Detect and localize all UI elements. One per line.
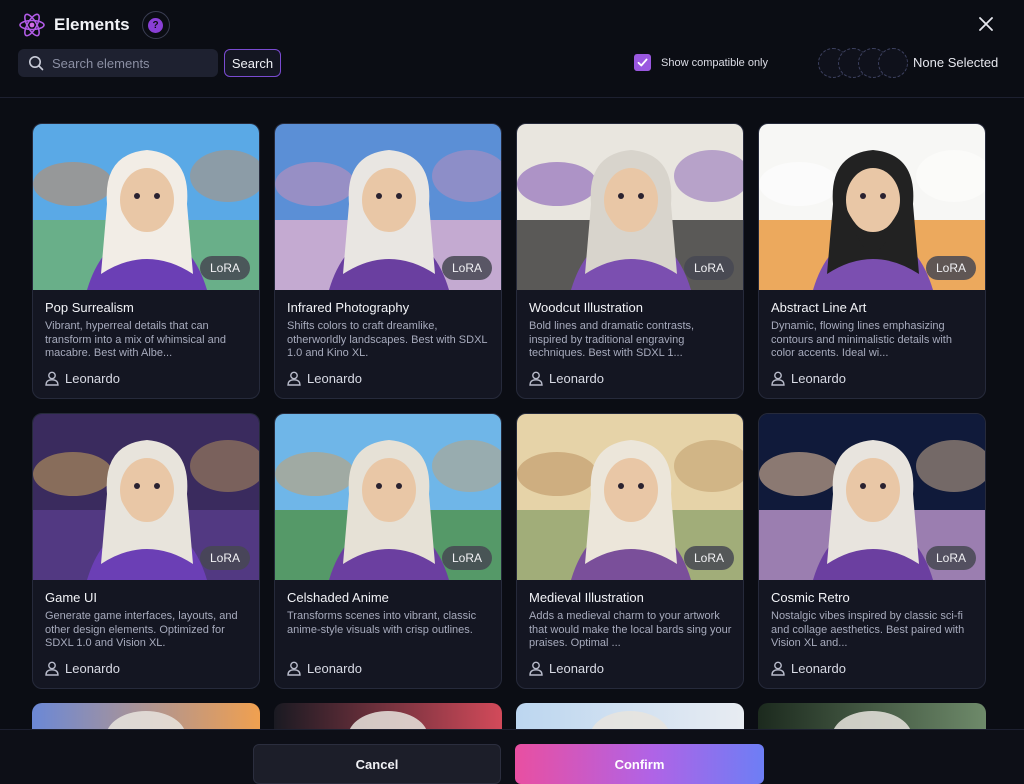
element-card-partial[interactable] bbox=[32, 703, 260, 729]
search-icon bbox=[29, 56, 44, 71]
selection-slots bbox=[818, 48, 908, 78]
element-author: Leonardo bbox=[287, 371, 362, 386]
lora-badge: LoRA bbox=[683, 546, 734, 570]
compatible-checkbox[interactable] bbox=[634, 54, 651, 71]
elements-modal: Elements ? Search Show compati bbox=[0, 0, 1024, 784]
element-card[interactable]: LoRA Woodcut Illustration Bold lines and… bbox=[516, 123, 744, 399]
element-card-partial[interactable] bbox=[274, 703, 502, 729]
element-author: Leonardo bbox=[287, 661, 362, 676]
element-description: Adds a medieval charm to your artwork th… bbox=[529, 610, 732, 649]
author-name: Leonardo bbox=[549, 661, 604, 676]
lora-badge: LoRA bbox=[441, 256, 492, 280]
element-card-partial[interactable] bbox=[758, 703, 986, 729]
element-card[interactable]: LoRA Game UI Generate game interfaces, l… bbox=[32, 413, 260, 689]
element-thumbnail-art bbox=[833, 711, 911, 729]
element-author: Leonardo bbox=[45, 371, 120, 386]
element-author: Leonardo bbox=[529, 371, 604, 386]
elements-grid: LoRA Pop Surrealism Vibrant, hyperreal d… bbox=[0, 99, 1024, 729]
compatible-toggle[interactable]: Show compatible only bbox=[634, 54, 768, 71]
element-name: Celshaded Anime bbox=[287, 590, 389, 605]
element-description: Shifts colors to craft dreamlike, otherw… bbox=[287, 320, 488, 359]
element-name: Game UI bbox=[45, 590, 98, 605]
element-thumbnail-art bbox=[349, 711, 427, 729]
lora-badge: LoRA bbox=[199, 256, 250, 280]
element-card[interactable]: LoRA Cosmic Retro Nostalgic vibes inspir… bbox=[758, 413, 986, 689]
author-name: Leonardo bbox=[791, 661, 846, 676]
element-author: Leonardo bbox=[529, 661, 604, 676]
atom-icon bbox=[18, 11, 46, 39]
element-card[interactable]: LoRA Celshaded Anime Transforms scenes i… bbox=[274, 413, 502, 689]
user-icon bbox=[287, 661, 301, 676]
element-description: Dynamic, flowing lines emphasizing conto… bbox=[771, 320, 952, 359]
lora-badge: LoRA bbox=[683, 256, 734, 280]
element-author: Leonardo bbox=[771, 371, 846, 386]
author-name: Leonardo bbox=[307, 371, 362, 386]
help-icon[interactable]: ? bbox=[141, 11, 170, 39]
help-glyph: ? bbox=[148, 17, 164, 33]
element-card[interactable]: LoRA Medieval Illustration Adds a mediev… bbox=[516, 413, 744, 689]
author-name: Leonardo bbox=[549, 371, 604, 386]
element-author: Leonardo bbox=[771, 661, 846, 676]
compatible-label: Show compatible only bbox=[661, 56, 769, 69]
author-name: Leonardo bbox=[65, 661, 120, 676]
lora-badge: LoRA bbox=[441, 546, 492, 570]
element-author: Leonardo bbox=[45, 661, 120, 676]
element-card-partial[interactable] bbox=[516, 703, 744, 729]
selection-status: None Selected bbox=[913, 55, 999, 70]
element-description: Transforms scenes into vibrant, classic … bbox=[287, 610, 477, 636]
check-icon bbox=[637, 58, 648, 67]
modal-header: Elements ? Search Show compati bbox=[0, 0, 1024, 98]
user-icon bbox=[529, 371, 543, 386]
element-name: Infrared Photography bbox=[287, 300, 410, 315]
user-icon bbox=[45, 371, 59, 386]
element-thumbnail-art bbox=[107, 711, 185, 729]
confirm-button[interactable]: Confirm bbox=[515, 744, 764, 784]
element-name: Pop Surrealism bbox=[45, 300, 134, 315]
element-name: Medieval Illustration bbox=[529, 590, 644, 605]
search-box bbox=[18, 49, 218, 77]
title-row: Elements ? bbox=[18, 10, 170, 40]
user-icon bbox=[529, 661, 543, 676]
lora-badge: LoRA bbox=[199, 546, 250, 570]
element-card[interactable]: LoRA Abstract Line Art Dynamic, flowing … bbox=[758, 123, 986, 399]
modal-title: Elements bbox=[54, 15, 130, 34]
close-icon bbox=[979, 17, 993, 31]
modal-footer: Cancel Confirm bbox=[0, 729, 1024, 784]
element-name: Cosmic Retro bbox=[771, 590, 850, 605]
user-icon bbox=[771, 371, 785, 386]
author-name: Leonardo bbox=[65, 371, 120, 386]
element-description: Vibrant, hyperreal details that can tran… bbox=[45, 320, 226, 359]
element-card[interactable]: LoRA Infrared Photography Shifts colors … bbox=[274, 123, 502, 399]
lora-badge: LoRA bbox=[925, 546, 976, 570]
element-description: Generate game interfaces, layouts, and o… bbox=[45, 610, 238, 649]
search-button[interactable]: Search bbox=[224, 49, 281, 77]
cancel-button[interactable]: Cancel bbox=[253, 744, 501, 784]
element-name: Abstract Line Art bbox=[771, 300, 867, 315]
close-button[interactable] bbox=[974, 12, 998, 36]
element-thumbnail-art bbox=[591, 711, 669, 729]
author-name: Leonardo bbox=[307, 661, 362, 676]
user-icon bbox=[771, 661, 785, 676]
element-name: Woodcut Illustration bbox=[529, 300, 643, 315]
element-card[interactable]: LoRA Pop Surrealism Vibrant, hyperreal d… bbox=[32, 123, 260, 399]
selection-slot bbox=[878, 48, 908, 78]
search-input[interactable] bbox=[52, 55, 202, 71]
author-name: Leonardo bbox=[791, 371, 846, 386]
user-icon bbox=[45, 661, 59, 676]
user-icon bbox=[287, 371, 301, 386]
lora-badge: LoRA bbox=[925, 256, 976, 280]
element-description: Bold lines and dramatic contrasts, inspi… bbox=[529, 320, 695, 359]
element-description: Nostalgic vibes inspired by classic sci-… bbox=[771, 610, 965, 649]
